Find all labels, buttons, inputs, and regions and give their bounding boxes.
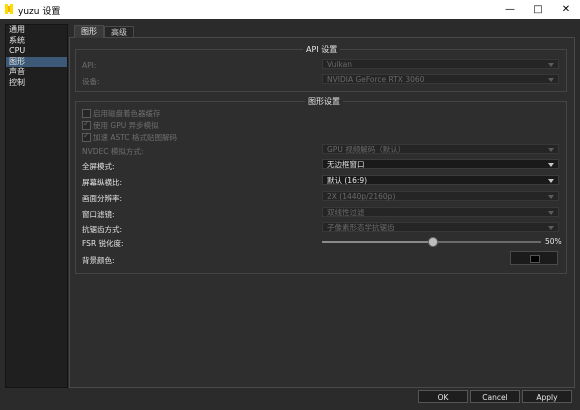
sidebar-item-audio[interactable]: 声音	[6, 67, 67, 78]
chevron-down-icon	[548, 211, 554, 215]
resolution-select[interactable]: 2X (1440p/2160p)	[322, 191, 559, 201]
background-color-swatch	[530, 255, 540, 263]
api-select[interactable]: Vulkan	[322, 59, 559, 69]
api-label: API:	[82, 61, 97, 70]
device-select-value: NVIDIA GeForce RTX 3060	[327, 75, 425, 84]
checkmark-icon: ✓	[83, 131, 90, 140]
fullscreen-mode-select[interactable]: 无边框窗口	[322, 159, 559, 169]
disk-shader-cache-label: 启用磁盘着色器缓存	[93, 109, 161, 118]
ok-button[interactable]: OK	[418, 390, 468, 403]
window-filter-label: 窗口滤镜:	[82, 210, 115, 219]
nvdec-label: NVDEC 模拟方式:	[82, 147, 144, 156]
api-select-value: Vulkan	[327, 60, 353, 69]
close-icon[interactable]: ✕	[552, 0, 580, 19]
chevron-down-icon	[548, 226, 554, 230]
maximize-icon[interactable]: □	[524, 0, 552, 19]
anti-aliasing-label: 抗锯齿方式:	[82, 225, 123, 234]
window-titlebar: yuzu 设置 — □ ✕	[0, 0, 580, 19]
apply-button[interactable]: Apply	[522, 390, 572, 403]
window-filter-value: 双线性过滤	[327, 208, 365, 217]
chevron-down-icon	[548, 78, 554, 82]
api-settings-title: API 设置	[303, 44, 341, 55]
window-title: yuzu 设置	[18, 7, 61, 17]
fullscreen-mode-label: 全屏模式:	[82, 162, 115, 171]
api-settings-group	[75, 49, 567, 92]
tab-graphics[interactable]: 图形	[74, 25, 104, 38]
chevron-down-icon	[548, 179, 554, 183]
window-filter-select[interactable]: 双线性过滤	[322, 207, 559, 217]
disk-shader-cache-checkbox[interactable]	[82, 109, 91, 118]
settings-sidebar: 通用 系统 CPU 图形 声音 控制	[5, 24, 68, 388]
astc-decode-checkbox[interactable]: ✓	[82, 131, 91, 142]
minimize-icon[interactable]: —	[496, 0, 524, 19]
astc-decode-label: 加速 ASTC 格式贴图解码	[93, 133, 178, 142]
yuzu-logo-icon	[5, 4, 13, 14]
sidebar-item-controls[interactable]: 控制	[6, 78, 67, 89]
graphics-settings-title: 图形设置	[305, 96, 343, 107]
aspect-ratio-label: 屏幕纵横比:	[82, 178, 123, 187]
anti-aliasing-value: 子像素形态学抗锯齿	[327, 223, 395, 232]
resolution-value: 2X (1440p/2160p)	[327, 192, 396, 201]
sidebar-item-cpu[interactable]: CPU	[6, 46, 67, 57]
fsr-sharpness-fill	[322, 241, 432, 243]
device-label: 设备:	[82, 77, 100, 86]
checkmark-icon: ✓	[83, 119, 90, 128]
sidebar-item-general[interactable]: 通用	[6, 25, 67, 36]
background-color-label: 背景颜色:	[82, 256, 115, 265]
nvdec-select[interactable]: GPU 视频解码（默认）	[322, 144, 559, 154]
chevron-down-icon	[548, 63, 554, 67]
background-color-button[interactable]	[510, 251, 558, 265]
aspect-ratio-value: 默认 (16:9)	[327, 176, 368, 185]
fullscreen-mode-value: 无边框窗口	[327, 160, 365, 169]
device-select[interactable]: NVIDIA GeForce RTX 3060	[322, 74, 559, 84]
anti-aliasing-select[interactable]: 子像素形态学抗锯齿	[322, 222, 559, 232]
sidebar-item-graphics[interactable]: 图形	[6, 56, 67, 67]
cancel-button[interactable]: Cancel	[470, 390, 520, 403]
chevron-down-icon	[548, 163, 554, 167]
sidebar-item-system[interactable]: 系统	[6, 36, 67, 47]
async-gpu-label: 使用 GPU 异步模拟	[93, 121, 159, 130]
fsr-sharpness-value: 50%	[545, 237, 562, 246]
aspect-ratio-select[interactable]: 默认 (16:9)	[322, 175, 559, 185]
fsr-sharpness-handle[interactable]	[427, 237, 438, 247]
async-gpu-checkbox[interactable]: ✓	[82, 119, 91, 130]
resolution-label: 画面分辨率:	[82, 194, 123, 203]
nvdec-select-value: GPU 视频解码（默认）	[327, 145, 406, 154]
chevron-down-icon	[548, 148, 554, 152]
chevron-down-icon	[548, 195, 554, 199]
fsr-sharpness-label: FSR 锐化度:	[82, 239, 124, 248]
